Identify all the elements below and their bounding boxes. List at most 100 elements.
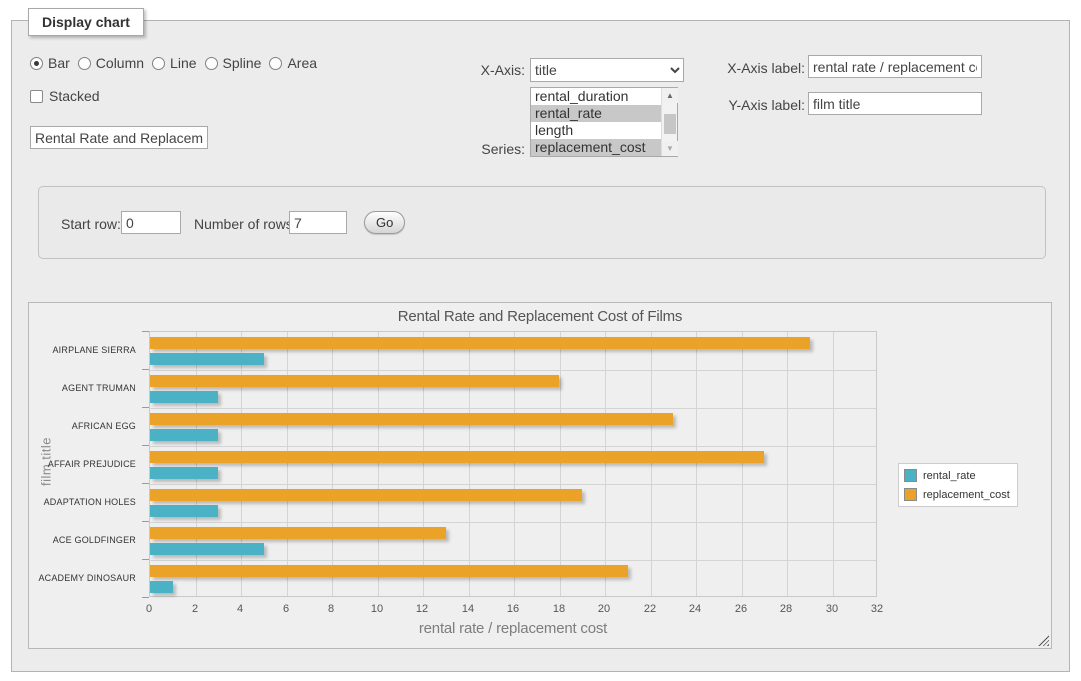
series-listbox[interactable]: rental_durationrental_ratelengthreplacem… bbox=[530, 87, 678, 157]
gridline-v-16 bbox=[514, 332, 515, 596]
legend-entry-replacement_cost: replacement_cost bbox=[904, 488, 1010, 501]
legend-swatch-rental_rate bbox=[904, 469, 917, 482]
legend-label-rental_rate: rental_rate bbox=[923, 470, 976, 482]
gridline-v-2 bbox=[196, 332, 197, 596]
chart-title: Rental Rate and Replacement Cost of Film… bbox=[29, 308, 1051, 325]
scrollbar-down-icon[interactable]: ▼ bbox=[662, 141, 678, 156]
bar-rental_rate bbox=[150, 353, 264, 365]
gridline-v-26 bbox=[742, 332, 743, 596]
category-label: ACE GOLDFINGER bbox=[29, 521, 142, 559]
gridline-v-8 bbox=[332, 332, 333, 596]
radio-spline[interactable] bbox=[205, 57, 218, 70]
chart-type-option-column: Column bbox=[78, 55, 144, 71]
x-tick-label-10: 10 bbox=[357, 603, 397, 615]
x-tick-label-16: 16 bbox=[493, 603, 533, 615]
stacked-checkbox[interactable] bbox=[30, 90, 43, 103]
radio-label-area: Area bbox=[287, 55, 317, 71]
category-label: AFRICAN EGG bbox=[29, 407, 142, 445]
gridline-v-30 bbox=[833, 332, 834, 596]
gridline-h-5 bbox=[150, 522, 876, 523]
radio-area[interactable] bbox=[269, 57, 282, 70]
bar-replacement_cost bbox=[150, 451, 764, 463]
y-tick-mark-6 bbox=[142, 559, 149, 560]
x-tick-label-28: 28 bbox=[766, 603, 806, 615]
legend-swatch-replacement_cost bbox=[904, 488, 917, 501]
radio-bar[interactable] bbox=[30, 57, 43, 70]
x-tick-label-30: 30 bbox=[812, 603, 852, 615]
start-row-label: Start row: bbox=[61, 216, 121, 232]
x-tick-label-20: 20 bbox=[584, 603, 624, 615]
series-option-length[interactable]: length bbox=[531, 122, 661, 139]
x-tick-label-2: 2 bbox=[175, 603, 215, 615]
legend-entry-rental_rate: rental_rate bbox=[904, 469, 1010, 482]
chart-title-input[interactable] bbox=[30, 126, 208, 149]
category-label: ACADEMY DINOSAUR bbox=[29, 559, 142, 597]
num-rows-input[interactable] bbox=[289, 211, 347, 234]
series-option-rental_rate[interactable]: rental_rate bbox=[531, 105, 661, 122]
y-tick-mark-1 bbox=[142, 369, 149, 370]
y-tick-mark-7 bbox=[142, 597, 149, 598]
category-label: ADAPTATION HOLES bbox=[29, 483, 142, 521]
x-tick-label-4: 4 bbox=[220, 603, 260, 615]
x-axis-select[interactable]: title bbox=[530, 58, 684, 82]
y-axis-label-input[interactable] bbox=[808, 92, 982, 115]
x-axis-select-label: X-Axis: bbox=[455, 62, 525, 78]
radio-line[interactable] bbox=[152, 57, 165, 70]
num-rows-label: Number of rows: bbox=[194, 216, 297, 232]
gridline-v-28 bbox=[787, 332, 788, 596]
bar-replacement_cost bbox=[150, 337, 810, 349]
series-option-replacement_cost[interactable]: replacement_cost bbox=[531, 139, 661, 156]
bar-replacement_cost bbox=[150, 565, 628, 577]
chart-type-option-spline: Spline bbox=[205, 55, 262, 71]
y-tick-mark-4 bbox=[142, 483, 149, 484]
start-row-input[interactable] bbox=[121, 211, 181, 234]
gridline-v-20 bbox=[605, 332, 606, 596]
category-label: AFFAIR PREJUDICE bbox=[29, 445, 142, 483]
bar-rental_rate bbox=[150, 505, 218, 517]
bar-replacement_cost bbox=[150, 375, 559, 387]
page: Display chart BarColumnLineSplineArea St… bbox=[0, 0, 1081, 681]
x-tick-label-32: 32 bbox=[857, 603, 897, 615]
chart-legend: rental_rate replacement_cost bbox=[898, 463, 1018, 507]
y-tick-mark-2 bbox=[142, 407, 149, 408]
bar-rental_rate bbox=[150, 391, 218, 403]
chart-type-option-area: Area bbox=[269, 55, 317, 71]
series-options: rental_durationrental_ratelengthreplacem… bbox=[531, 88, 661, 156]
x-tick-label-14: 14 bbox=[448, 603, 488, 615]
gridline-h-1 bbox=[150, 370, 876, 371]
resize-handle-icon[interactable] bbox=[1038, 635, 1049, 646]
bar-rental_rate bbox=[150, 429, 218, 441]
series-option-rental_duration[interactable]: rental_duration bbox=[531, 88, 661, 105]
go-button[interactable]: Go bbox=[364, 211, 405, 234]
radio-label-bar: Bar bbox=[48, 55, 70, 71]
x-axis-label-input[interactable] bbox=[808, 55, 982, 78]
gridline-v-4 bbox=[241, 332, 242, 596]
gridline-v-18 bbox=[560, 332, 561, 596]
bar-rental_rate bbox=[150, 581, 173, 593]
series-scrollbar[interactable]: ▲ ▼ bbox=[661, 88, 677, 156]
x-tick-label-12: 12 bbox=[402, 603, 442, 615]
gridline-v-10 bbox=[378, 332, 379, 596]
gridline-v-22 bbox=[651, 332, 652, 596]
x-tick-label-24: 24 bbox=[675, 603, 715, 615]
stacked-label: Stacked bbox=[49, 88, 100, 104]
scrollbar-up-icon[interactable]: ▲ bbox=[662, 88, 678, 103]
radio-label-spline: Spline bbox=[223, 55, 262, 71]
x-axis-label-label: X-Axis label: bbox=[715, 60, 805, 76]
y-tick-mark-3 bbox=[142, 445, 149, 446]
radio-column[interactable] bbox=[78, 57, 91, 70]
x-tick-label-22: 22 bbox=[630, 603, 670, 615]
bar-replacement_cost bbox=[150, 413, 673, 425]
x-tick-label-26: 26 bbox=[721, 603, 761, 615]
gridline-v-24 bbox=[696, 332, 697, 596]
legend-label-replacement_cost: replacement_cost bbox=[923, 489, 1010, 501]
chart-type-radio-group: Bar Column Line Spline Area bbox=[30, 55, 317, 71]
chart-x-axis-title: rental rate / replacement cost bbox=[149, 620, 877, 637]
category-label: AIRPLANE SIERRA bbox=[29, 331, 142, 369]
gridline-h-6 bbox=[150, 560, 876, 561]
scrollbar-thumb[interactable] bbox=[664, 114, 676, 134]
gridline-h-3 bbox=[150, 446, 876, 447]
chart-type-option-line: Line bbox=[152, 55, 196, 71]
bar-rental_rate bbox=[150, 543, 264, 555]
bar-replacement_cost bbox=[150, 527, 446, 539]
